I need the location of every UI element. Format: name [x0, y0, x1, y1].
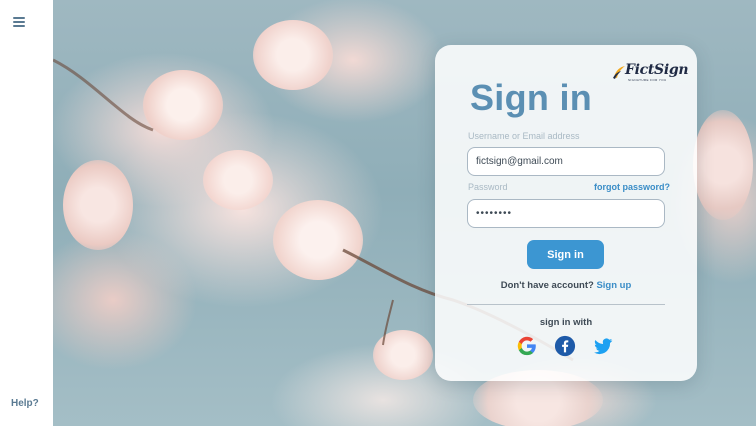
- username-field[interactable]: [467, 147, 665, 176]
- username-label: Username or Email address: [468, 131, 580, 141]
- social-signin-label: sign in with: [539, 317, 593, 328]
- twitter-icon[interactable]: [592, 335, 614, 357]
- forgot-password-link[interactable]: forgot password?: [594, 182, 670, 192]
- fictsign-logo: FictSign SIGNATURE FOR YOU: [611, 62, 689, 84]
- page-title: Sign in: [470, 77, 593, 118]
- logo-tagline: SIGNATURE FOR YOU: [628, 78, 667, 82]
- signin-button[interactable]: Sign in: [527, 240, 604, 269]
- logo-brand: FictSign: [625, 62, 689, 78]
- password-label: Password: [468, 182, 508, 192]
- signup-link[interactable]: Sign up: [596, 280, 631, 291]
- password-field[interactable]: [467, 199, 665, 228]
- sidebar: Help?: [0, 0, 53, 426]
- hamburger-menu-icon[interactable]: [12, 14, 28, 30]
- google-icon[interactable]: [516, 335, 538, 357]
- signin-card: FictSign SIGNATURE FOR YOU Sign in Usern…: [435, 45, 697, 381]
- divider: [467, 304, 665, 305]
- signup-prompt: Don't have account? Sign up: [435, 280, 697, 291]
- no-account-text: Don't have account?: [500, 280, 594, 291]
- facebook-icon[interactable]: [554, 335, 576, 357]
- help-link[interactable]: Help?: [11, 398, 39, 409]
